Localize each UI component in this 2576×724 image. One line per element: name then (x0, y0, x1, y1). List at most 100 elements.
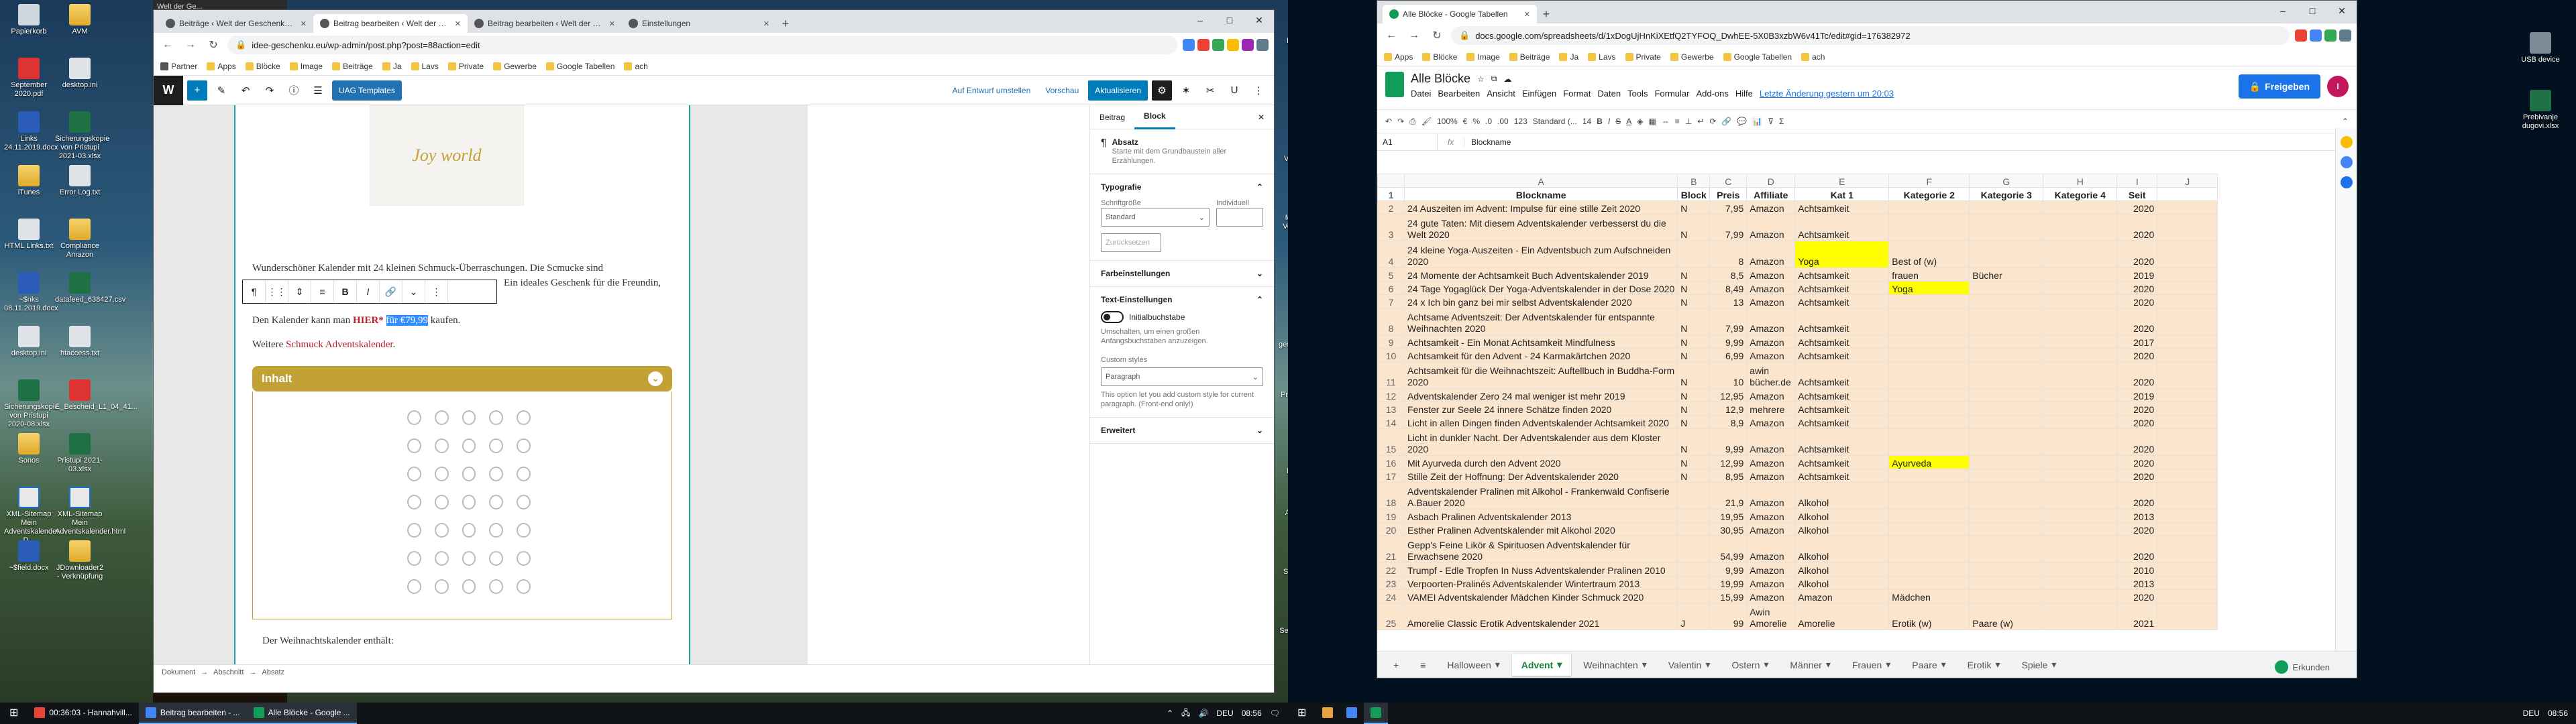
table-cell[interactable] (1888, 576, 1970, 590)
table-cell[interactable] (1969, 482, 2044, 509)
table-cell[interactable]: 2020 (2116, 455, 2158, 469)
table-cell[interactable]: 30,95 (1709, 522, 1748, 536)
align-icon[interactable]: ≡ (1675, 117, 1680, 126)
product-cover-image[interactable]: Joy world (370, 105, 524, 206)
table-cell[interactable]: 99 (1709, 603, 1748, 630)
table-cell[interactable] (1969, 402, 2044, 416)
column-header[interactable]: C (1709, 174, 1748, 188)
table-cell[interactable]: Amazon (1746, 281, 1796, 295)
bookmark-item[interactable]: Beiträge (1509, 52, 1550, 62)
column-header[interactable]: J (2157, 174, 2218, 188)
redo-icon[interactable]: ↷ (1397, 117, 1404, 126)
table-cell[interactable] (2157, 469, 2218, 483)
table-cell[interactable]: 12,99 (1709, 455, 1748, 469)
row-number[interactable]: 1 (1377, 187, 1405, 201)
table-cell[interactable] (2157, 361, 2218, 389)
table-cell[interactable] (2043, 562, 2118, 577)
menu-item[interactable]: Daten (1597, 88, 1621, 99)
row-number[interactable]: 6 (1377, 281, 1405, 295)
lang-indicator[interactable]: DEU (2523, 709, 2540, 718)
table-cell[interactable] (1677, 509, 1711, 523)
table-cell[interactable] (2043, 241, 2118, 268)
menu-item[interactable]: Add-ons (1696, 88, 1728, 99)
table-cell[interactable]: 2020 (2116, 200, 2158, 215)
table-cell[interactable] (1969, 214, 2044, 241)
desktop-icon[interactable]: AVM (55, 4, 105, 36)
column-header[interactable]: E (1794, 174, 1890, 188)
table-cell[interactable] (2157, 576, 2218, 590)
url-field[interactable]: 🔒 docs.google.com/spreadsheets/d/1xDogUjH… (1451, 26, 2290, 45)
table-cell[interactable]: 2020 (2116, 294, 2158, 308)
desktop-icon[interactable]: HTML Links.txt (4, 219, 54, 251)
table-cell[interactable]: Amazon (1746, 536, 1796, 563)
profile-icon[interactable] (2339, 29, 2351, 42)
table-cell[interactable] (2043, 509, 2118, 523)
header-cell[interactable]: Seit (2116, 187, 2158, 201)
fill-color-icon[interactable]: ◈ (1637, 117, 1643, 126)
table-cell[interactable]: 7,99 (1709, 308, 1748, 335)
table-cell[interactable]: Alkohol (1794, 522, 1890, 536)
menu-item[interactable]: Hilfe (1735, 88, 1753, 99)
table-cell[interactable] (2157, 335, 2218, 349)
row-number[interactable]: 11 (1377, 361, 1405, 389)
font-select[interactable]: Standard (... (1533, 117, 1577, 126)
new-tab-button[interactable]: + (1537, 5, 1556, 23)
jewelry-image[interactable] (402, 405, 536, 613)
table-cell[interactable]: Achtsamkeit (1794, 335, 1890, 349)
header-cell[interactable]: Preis (1709, 187, 1748, 201)
table-cell[interactable] (2157, 214, 2218, 241)
table-cell[interactable] (1677, 482, 1711, 509)
table-cell[interactable] (1888, 361, 1970, 389)
table-cell[interactable]: Mädchen (1888, 589, 1970, 603)
table-cell[interactable]: Achtsamkeit (1794, 294, 1890, 308)
maximize-icon[interactable]: □ (2298, 1, 2327, 21)
table-cell[interactable]: Licht in dunkler Nacht. Der Adventskalen… (1403, 428, 1678, 456)
table-cell[interactable]: Amazon (1746, 562, 1796, 577)
table-cell[interactable]: N (1677, 402, 1711, 416)
table-cell[interactable] (2157, 482, 2218, 509)
table-cell[interactable]: Achtsamkeit (1794, 428, 1890, 456)
extension-icon[interactable] (1242, 39, 1254, 51)
url-field[interactable]: 🔒 idee-geschenku.eu/wp-admin/post.php?pos… (227, 36, 1177, 54)
comment-icon[interactable]: 💬 (1737, 117, 1747, 126)
table-cell[interactable]: Awin Amorelie (1746, 603, 1796, 630)
table-cell[interactable]: Achtsamkeit - Ein Monat Achtsamkeit Mind… (1403, 335, 1678, 349)
table-cell[interactable]: N (1677, 388, 1711, 402)
table-cell[interactable]: Erotik (w) (1888, 603, 1970, 630)
table-cell[interactable] (1888, 200, 1970, 215)
column-header[interactable]: A (1403, 174, 1678, 188)
table-cell[interactable]: 2017 (2116, 335, 2158, 349)
table-cell[interactable]: Achtsamkeit (1794, 415, 1890, 429)
column-header[interactable]: H (2043, 174, 2118, 188)
table-cell[interactable]: Amazon (1746, 214, 1796, 241)
clock[interactable]: 08:56 (2548, 709, 2568, 718)
paragraph-3[interactable]: Weitere Schmuck Adventskalender. (252, 337, 395, 352)
paragraph-2[interactable]: Den Kalender kann man HIER* für €79,99 k… (252, 313, 460, 328)
minimize-icon[interactable]: – (2268, 1, 2298, 21)
table-cell[interactable]: 2020 (2116, 428, 2158, 456)
table-cell[interactable]: Fenster zur Seele 24 innere Schätze find… (1403, 402, 1678, 416)
forward-icon[interactable]: → (1405, 27, 1423, 44)
table-cell[interactable] (2157, 294, 2218, 308)
tab-block[interactable]: Block (1134, 105, 1175, 129)
table-cell[interactable] (2157, 455, 2218, 469)
desktop-icon[interactable]: E_Bescheid_L1_04_41... (55, 379, 138, 412)
breadcrumb-item[interactable]: Dokument (162, 668, 195, 676)
table-cell[interactable]: 2013 (2116, 509, 2158, 523)
breadcrumb-item[interactable]: Abschnitt (213, 668, 244, 676)
update-button[interactable]: Aktualisieren (1088, 80, 1148, 101)
row-number[interactable]: 3 (1377, 214, 1405, 241)
table-cell[interactable] (2157, 589, 2218, 603)
table-cell[interactable]: 24 kleine Yoga-Auszeiten - Ein Adventsbu… (1403, 241, 1678, 268)
back-icon[interactable]: ← (159, 36, 176, 54)
table-cell[interactable] (1677, 589, 1711, 603)
table-cell[interactable]: Achtsamkeit (1794, 455, 1890, 469)
table-cell[interactable] (2157, 267, 2218, 282)
table-cell[interactable] (2157, 562, 2218, 577)
strikethrough-icon[interactable]: S (1615, 117, 1621, 126)
plugin-icon[interactable]: ✶ (1176, 80, 1196, 101)
table-cell[interactable]: Amazon (1746, 241, 1796, 268)
table-cell[interactable] (1677, 576, 1711, 590)
table-cell[interactable] (2043, 335, 2118, 349)
table-cell[interactable] (1969, 348, 2044, 362)
